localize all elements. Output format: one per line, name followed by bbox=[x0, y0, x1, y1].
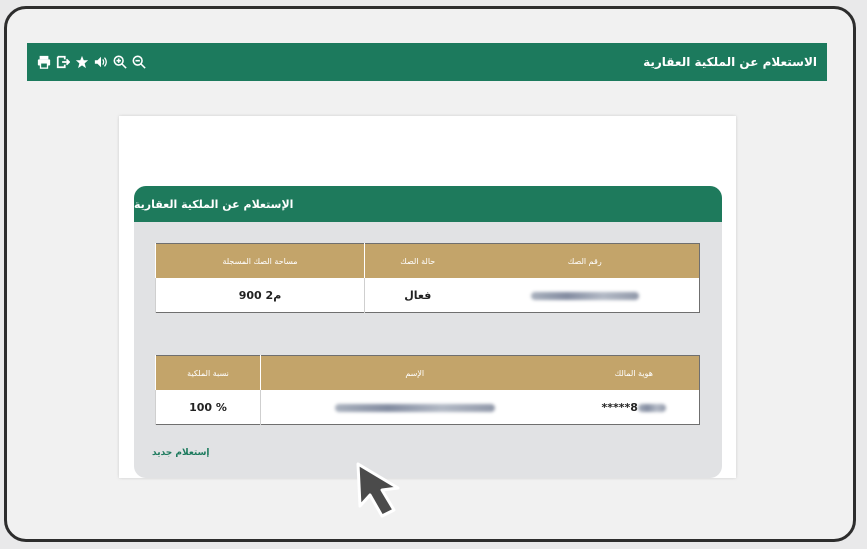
deed-table-header: مساحة الصك المسجلة حالة الصك رقم الصك bbox=[155, 243, 700, 278]
header-ownership-ratio: نسبة الملكية bbox=[155, 355, 261, 390]
zoom-in-icon[interactable] bbox=[113, 55, 127, 69]
print-icon[interactable] bbox=[37, 55, 51, 69]
zoom-out-icon[interactable] bbox=[132, 55, 146, 69]
export-icon[interactable] bbox=[56, 55, 70, 69]
redacted-owner-name bbox=[334, 403, 495, 412]
cell-deed-status: فعال bbox=[364, 278, 471, 313]
cell-ownership-ratio: 100 % bbox=[155, 390, 261, 425]
page-title: الاستعلام عن الملكية العقارية bbox=[643, 55, 817, 69]
cell-deed-number bbox=[471, 278, 700, 313]
results-panel: الإستعلام عن الملكية العقارية bbox=[134, 186, 722, 478]
panel-title: الإستعلام عن الملكية العقارية bbox=[134, 186, 722, 222]
mouse-cursor-icon bbox=[356, 462, 400, 518]
star-icon[interactable] bbox=[75, 55, 89, 69]
header-name: الإسم bbox=[260, 355, 569, 390]
deed-table: مساحة الصك المسجلة حالة الصك رقم الصك 90… bbox=[155, 243, 700, 313]
top-bar: الاستعلام عن الملكية العقارية bbox=[27, 43, 827, 81]
cell-owner-id: *****8 bbox=[569, 390, 700, 425]
table-row: 100 % *****8 bbox=[155, 390, 700, 425]
toolbar bbox=[37, 55, 146, 69]
table-row: 900 م2 فعال bbox=[155, 278, 700, 313]
owner-table: نسبة الملكية الإسم هوية المالك 100 % ***… bbox=[155, 355, 700, 425]
speaker-icon[interactable] bbox=[94, 55, 108, 69]
header-registered-area: مساحة الصك المسجلة bbox=[155, 243, 365, 278]
redacted-owner-id bbox=[637, 403, 666, 412]
header-owner-id: هوية المالك bbox=[568, 355, 700, 390]
owner-table-header: نسبة الملكية الإسم هوية المالك bbox=[155, 355, 700, 390]
cell-registered-area: 900 م2 bbox=[155, 278, 365, 313]
header-deed-status: حالة الصك bbox=[364, 243, 471, 278]
new-query-link[interactable]: إستعلام جديد bbox=[152, 448, 210, 458]
owner-id-masked: *****8 bbox=[601, 400, 638, 414]
header-deed-number: رقم الصك bbox=[470, 243, 700, 278]
redacted-deed-number bbox=[530, 291, 639, 300]
cell-name bbox=[260, 390, 569, 425]
